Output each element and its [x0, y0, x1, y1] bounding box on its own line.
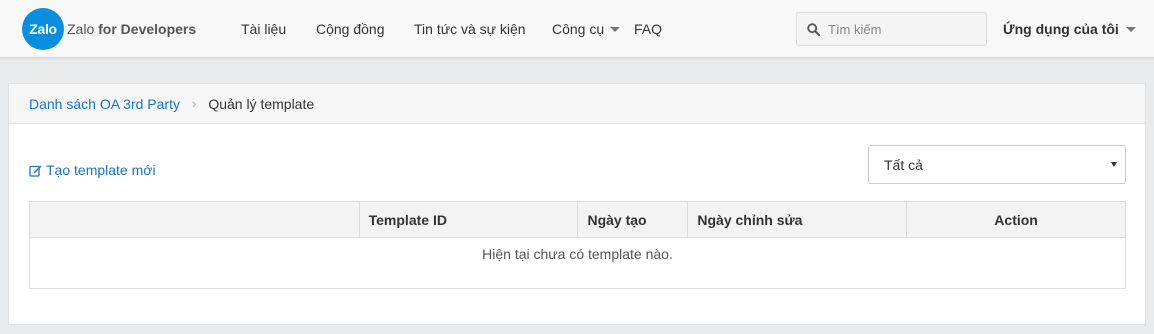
nav-item-tools[interactable]: Công cụ	[552, 0, 621, 58]
my-apps-label: Ứng dụng của tôi	[1003, 21, 1119, 37]
column-header-created-date: Ngày tạo	[577, 201, 689, 238]
nav-item-news[interactable]: Tin tức và sự kiện	[414, 0, 526, 58]
search-box[interactable]	[796, 12, 987, 46]
nav-item-faq[interactable]: FAQ	[634, 0, 662, 58]
table-empty-row: Hiện tại chưa có template nào.	[29, 237, 1126, 289]
nav-faq-link[interactable]: FAQ	[634, 21, 662, 37]
logo-title: Zalo for Developers	[67, 21, 196, 37]
empty-message: Hiện tại chưa có template nào.	[29, 237, 1126, 289]
chevron-down-icon	[610, 26, 621, 32]
nav-tools-link[interactable]: Công cụ	[552, 21, 621, 37]
nav-item-community[interactable]: Cộng đồng	[316, 0, 385, 58]
zalo-logo-badge: Zalo	[22, 8, 64, 50]
logo-text: Zalo	[67, 21, 95, 37]
nav-docs-link[interactable]: Tài liệu	[241, 21, 286, 37]
column-header-modified-date: Ngày chỉnh sửa	[687, 201, 908, 238]
breadcrumb-oa-list[interactable]: Danh sách OA 3rd Party	[29, 96, 180, 112]
nav-item-docs[interactable]: Tài liệu	[241, 0, 286, 58]
column-header-template-id: Template ID	[358, 201, 579, 238]
template-table: Template ID Ngày tạo Ngày chỉnh sửa Acti…	[29, 201, 1126, 289]
filter-selected-value: Tất cả	[884, 156, 923, 173]
breadcrumb: Danh sách OA 3rd Party › Quản lý templat…	[9, 84, 1145, 124]
search-input[interactable]	[828, 21, 978, 37]
nav-community-link[interactable]: Cộng đồng	[316, 21, 385, 37]
chevron-down-icon	[1125, 26, 1136, 32]
edit-icon	[29, 165, 42, 177]
column-header-action: Action	[906, 201, 1126, 238]
nav-tools-label: Công cụ	[552, 21, 605, 37]
create-template-link[interactable]: Tạo template mới	[29, 162, 156, 178]
logo-text-bold: for Developers	[98, 21, 197, 37]
search-icon	[807, 22, 820, 36]
zalo-logo[interactable]: Zalo Zalo for Developers	[22, 8, 196, 50]
column-header-blank	[29, 201, 360, 238]
dropdown-arrow-icon	[1111, 162, 1117, 167]
breadcrumb-current: Quản lý template	[208, 95, 315, 112]
nav-news-link[interactable]: Tin tức và sự kiện	[414, 21, 526, 37]
my-apps-dropdown[interactable]: Ứng dụng của tôi	[1003, 0, 1136, 58]
template-filter-select[interactable]: Tất cả	[868, 145, 1126, 184]
table-header-row: Template ID Ngày tạo Ngày chỉnh sửa Acti…	[29, 201, 1126, 238]
top-navbar: Zalo Zalo for Developers Tài liệu Cộng đ…	[0, 0, 1154, 58]
create-template-label: Tạo template mới	[46, 162, 156, 178]
chevron-right-icon: ›	[191, 96, 197, 111]
template-panel: Danh sách OA 3rd Party › Quản lý templat…	[8, 83, 1146, 325]
